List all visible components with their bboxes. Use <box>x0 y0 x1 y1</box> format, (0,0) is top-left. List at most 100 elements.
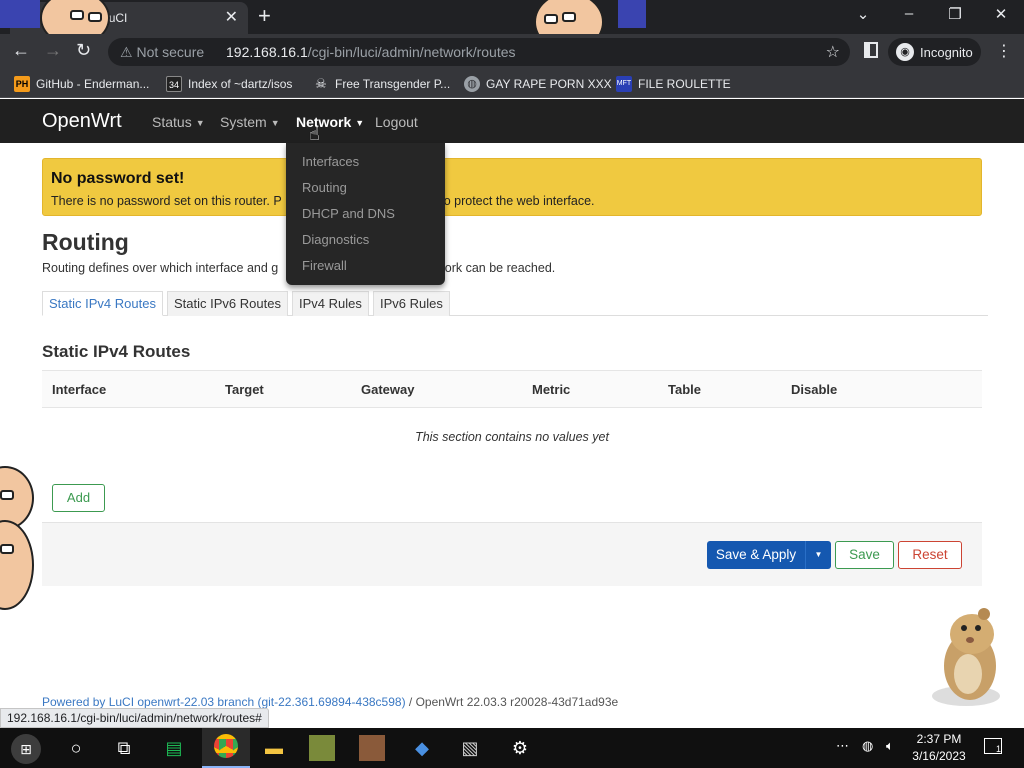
app-icon-package[interactable]: ▧ <box>446 728 494 768</box>
column-header: Interface <box>52 382 107 397</box>
cartoon-face-sticker <box>0 520 34 610</box>
not-secure-label[interactable]: ⚠ Not secure <box>120 44 204 61</box>
alert-text-start: There is no password set on this router.… <box>51 194 282 208</box>
caret-down-icon: ▼ <box>355 118 365 129</box>
tab-static-ipv4-routes[interactable]: Static IPv4 Routes <box>42 291 163 316</box>
page-actions-bar: Save & Apply ▼ Save Reset <box>42 522 982 586</box>
restore-icon[interactable]: ❐ <box>940 5 970 23</box>
bookmark-star-icon[interactable]: ☆ <box>826 42 840 62</box>
bookmark-item[interactable]: ☠ Free Transgender P... <box>313 76 450 92</box>
search-icon[interactable]: ○ <box>52 728 100 768</box>
system-clock[interactable]: 2:37 PM 3/16/2023 <box>908 731 970 765</box>
app-icon-blue[interactable]: ◆ <box>398 728 446 768</box>
bookmark-label: GitHub - Enderman... <box>36 77 150 91</box>
close-window-icon[interactable]: ✕ <box>986 5 1016 23</box>
menu-label: Network <box>296 114 352 130</box>
menu-system[interactable]: System ▼ <box>220 114 280 130</box>
openwrt-version-text: / OpenWrt 22.03.3 r20028-43d71ad93e <box>405 695 619 709</box>
dropdown-item-diagnostics[interactable]: Diagnostics <box>302 232 369 247</box>
alert-title: No password set! <box>51 170 185 187</box>
incognito-profile-button[interactable]: ◉ Incognito <box>888 38 981 66</box>
dropdown-item-interfaces[interactable]: Interfaces <box>302 154 359 169</box>
minimize-icon[interactable]: – <box>894 5 924 22</box>
add-button[interactable]: Add <box>52 484 105 512</box>
new-tab-icon[interactable]: + <box>258 3 271 29</box>
address-bar[interactable]: ⚠ Not secure 192.168.16.1/cgi-bin/luci/a… <box>108 38 850 66</box>
column-header: Gateway <box>361 382 415 397</box>
cartoon-hand-sticker <box>0 0 40 28</box>
incognito-icon: ◉ <box>896 43 914 61</box>
sheets-app-icon[interactable]: ▤ <box>150 728 198 768</box>
save-apply-button[interactable]: Save & Apply <box>707 541 805 569</box>
notification-icon[interactable]: 1 <box>984 738 1002 754</box>
chrome-taskbar-icon[interactable] <box>202 728 250 768</box>
dropdown-item-dhcp-dns[interactable]: DHCP and DNS <box>302 206 395 221</box>
file-explorer-icon[interactable]: ▬ <box>250 728 298 768</box>
hand-cursor-icon: ☝ <box>309 124 320 144</box>
bookmark-label: GAY RAPE PORN XXX <box>486 77 612 91</box>
windows-logo-icon: ⊞ <box>11 734 41 764</box>
luci-version-link[interactable]: Powered by LuCI openwrt-22.03 branch (gi… <box>42 695 406 709</box>
incognito-label: Incognito <box>920 44 973 60</box>
tab-close-icon[interactable]: ✕ <box>225 7 238 27</box>
tab-ipv6-rules[interactable]: IPv6 Rules <box>373 291 450 316</box>
luci-navbar: OpenWrt Status ▼ System ▼ Network ▼ Logout <box>0 99 1024 143</box>
browser-menu-icon[interactable]: ⋮ <box>996 41 1012 61</box>
tab-search-icon[interactable]: ⌄ <box>848 5 878 23</box>
rule34-icon: 34 <box>166 76 182 92</box>
file-roulette-icon: MFT <box>616 76 632 92</box>
settings-gear-icon[interactable]: ⚙ <box>496 728 544 768</box>
bookmark-label: Free Transgender P... <box>335 77 451 91</box>
volume-icon[interactable]: 🔈︎ <box>886 738 894 754</box>
app-icon-game[interactable] <box>298 728 346 768</box>
tab-ipv4-rules[interactable]: IPv4 Rules <box>292 291 369 316</box>
windows-taskbar: ⊞ ○ ⧉ ▤ ▬ ◆ ▧ ⚙ ⋯ ◍ 🔈︎ 2:37 PM 3/16/2023… <box>0 728 1024 768</box>
security-label-text: Not secure <box>136 44 205 60</box>
url-host: 192.168.16.1 <box>226 44 308 60</box>
bookmark-item[interactable]: PH GitHub - Enderman... <box>14 76 149 92</box>
bookmark-item[interactable]: ◍ GAY RAPE PORN XXX <box>464 76 612 92</box>
empty-table-message: This section contains no values yet <box>415 430 609 444</box>
browser-toolbar: ← → ↻ ⚠ Not secure 192.168.16.1/cgi-bin/… <box>0 34 1024 70</box>
link-status-bar: 192.168.16.1/cgi-bin/luci/admin/network/… <box>0 708 269 728</box>
menu-label: Status <box>152 114 192 130</box>
task-view-icon[interactable]: ⧉ <box>100 728 148 768</box>
caret-down-icon: ▼ <box>270 118 280 129</box>
column-header: Target <box>225 382 264 397</box>
forward-arrow-icon[interactable]: → <box>44 40 62 61</box>
network-globe-icon[interactable]: ◍ <box>862 738 873 754</box>
clock-time: 2:37 PM <box>916 732 962 746</box>
routes-table-header: Interface Target Gateway Metric Table Di… <box>42 370 982 408</box>
overflow-icon[interactable]: ⋯ <box>836 738 849 754</box>
save-button[interactable]: Save <box>835 541 894 569</box>
bookmark-label: FILE ROULETTE <box>638 77 731 91</box>
dropdown-item-firewall[interactable]: Firewall <box>302 258 347 273</box>
page-footer: Powered by LuCI openwrt-22.03 branch (gi… <box>42 695 618 709</box>
menu-status[interactable]: Status ▼ <box>152 114 205 130</box>
page-desc-end: twork can be reached. <box>432 261 556 275</box>
url-text[interactable]: 192.168.16.1/cgi-bin/luci/admin/network/… <box>226 44 516 60</box>
tab-static-ipv6-routes[interactable]: Static IPv6 Routes <box>167 291 288 316</box>
menu-label: Logout <box>375 114 418 130</box>
bookmark-item[interactable]: MFT FILE ROULETTE <box>616 76 731 92</box>
save-apply-dropdown-icon[interactable]: ▼ <box>805 541 831 569</box>
url-path: /cgi-bin/luci/admin/network/routes <box>307 44 516 60</box>
clock-date: 3/16/2023 <box>912 749 966 763</box>
back-arrow-icon[interactable]: ← <box>12 40 30 61</box>
app-icon-character[interactable] <box>348 728 396 768</box>
pornhub-icon: PH <box>14 76 30 92</box>
reset-button[interactable]: Reset <box>898 541 962 569</box>
column-header: Disable <box>791 382 838 397</box>
openwrt-brand[interactable]: OpenWrt <box>42 110 122 133</box>
menu-network[interactable]: Network ▼ <box>296 114 364 130</box>
dropdown-item-routing[interactable]: Routing <box>302 180 347 195</box>
bookmark-label: Index of ~dartz/isos <box>188 77 293 91</box>
column-header: Table <box>668 382 701 397</box>
network-dropdown-menu: Interfaces Routing DHCP and DNS Diagnost… <box>286 143 445 285</box>
menu-logout[interactable]: Logout <box>375 114 418 130</box>
bookmark-item[interactable]: 34 Index of ~dartz/isos <box>166 76 292 92</box>
start-button[interactable]: ⊞ <box>2 728 50 768</box>
side-panel-icon[interactable] <box>864 42 878 58</box>
reload-icon[interactable]: ↻ <box>76 40 91 61</box>
no-password-alert: No password set! There is no password se… <box>42 158 982 216</box>
